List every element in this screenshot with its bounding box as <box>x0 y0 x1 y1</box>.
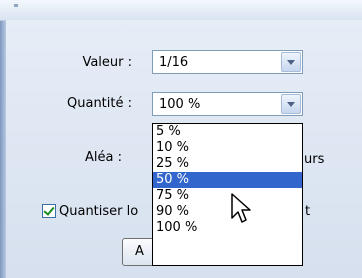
list-item[interactable]: 100 % <box>153 220 302 236</box>
random-label: Aléa : <box>85 150 122 165</box>
random-suffix-text: urs <box>304 152 325 167</box>
quantize-checkbox-label: Quantiser lo <box>59 204 139 219</box>
quantize-checkbox[interactable] <box>42 204 56 218</box>
quantize-suffix-text: t <box>305 204 311 219</box>
quantity-selected: 100 % <box>159 97 201 112</box>
list-item-highlighted[interactable]: 50 % <box>153 172 302 188</box>
mouse-cursor-icon <box>231 193 251 223</box>
apply-button-label: A <box>135 244 144 259</box>
list-item[interactable]: 90 % <box>153 204 302 220</box>
value-combobox[interactable]: 1/16 <box>152 50 303 74</box>
list-item[interactable]: 10 % <box>153 140 302 156</box>
list-item[interactable]: 5 % <box>153 124 302 140</box>
quantity-dropdown-list[interactable]: 5 % 10 % 25 % 50 % 75 % 90 % 100 % <box>152 123 303 266</box>
quantity-label: Quantité : <box>67 96 132 111</box>
chevron-down-icon[interactable] <box>281 94 301 114</box>
titlebar-grip <box>14 4 18 7</box>
value-label: Valeur : <box>82 55 132 70</box>
list-item[interactable]: 25 % <box>153 156 302 172</box>
quantity-combobox[interactable]: 100 % <box>152 92 303 116</box>
chevron-down-icon[interactable] <box>281 52 301 72</box>
list-item[interactable]: 75 % <box>153 188 302 204</box>
window-titlebar <box>0 0 362 21</box>
value-selected: 1/16 <box>159 55 189 70</box>
